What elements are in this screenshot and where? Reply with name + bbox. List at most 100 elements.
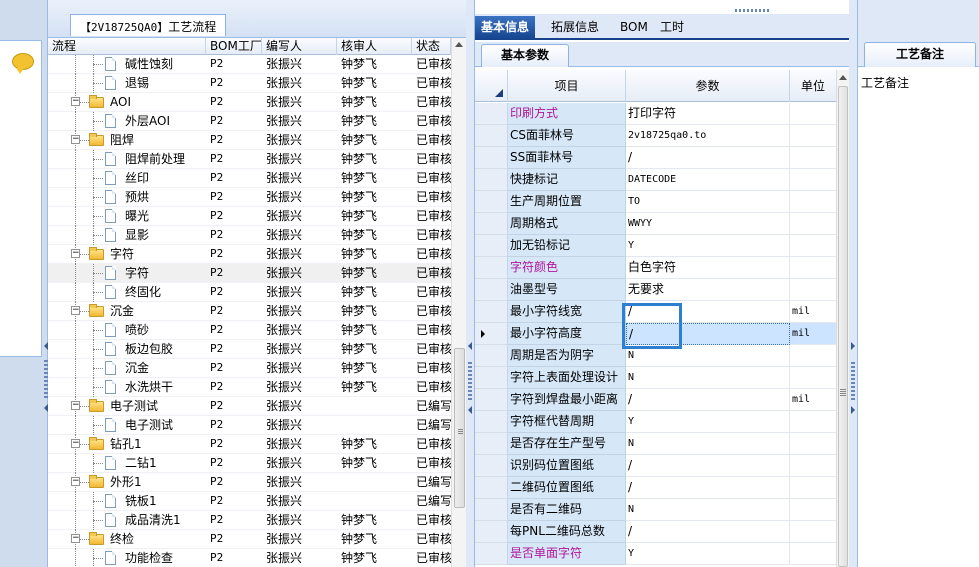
row-selector[interactable] (475, 125, 508, 147)
tree-node[interactable]: − 终检 (48, 530, 206, 549)
row-selector[interactable] (475, 191, 508, 213)
collapse-icon[interactable]: − (71, 401, 80, 410)
row-selector[interactable] (475, 257, 508, 279)
param-value-cell[interactable]: 2v18725qa0.to (626, 125, 790, 147)
table-row[interactable]: 水洗烘干 P2 张振兴 钟梦飞 已审核 (48, 378, 451, 397)
collapse-icon[interactable]: − (71, 306, 80, 315)
param-value-cell[interactable]: 打印字符 (626, 103, 790, 125)
param-value-cell[interactable]: Y (626, 543, 790, 565)
param-value-cell[interactable]: 白色字符 (626, 257, 790, 279)
table-row[interactable]: 板边包胶 P2 张振兴 钟梦飞 已审核 (48, 340, 451, 359)
table-row[interactable]: 功能检查 P2 张振兴 钟梦飞 已审核 (48, 549, 451, 567)
table-row[interactable]: 喷砂 P2 张振兴 钟梦飞 已审核 (48, 321, 451, 340)
row-selector[interactable] (475, 301, 508, 323)
row-selector[interactable] (475, 521, 508, 543)
param-value-cell[interactable]: / (626, 147, 790, 169)
table-row[interactable]: 电子测试 P2 张振兴 已编写 (48, 416, 451, 435)
column-header[interactable]: 编写人 (262, 38, 337, 55)
row-selector[interactable] (475, 345, 508, 367)
param-row[interactable]: 快捷标记 DATECODE (475, 169, 836, 191)
tree-node[interactable]: 字符 (48, 264, 206, 283)
tree-node[interactable]: 显影 (48, 226, 206, 245)
select-all-corner-icon[interactable] (495, 89, 503, 97)
tree-node[interactable]: 电子测试 (48, 416, 206, 435)
tree-node[interactable]: − 字符 (48, 245, 206, 264)
collapse-icon[interactable]: − (71, 97, 80, 106)
param-row[interactable]: 印刷方式 打印字符 (475, 103, 836, 125)
row-selector[interactable] (475, 169, 508, 191)
remarks-collapse-arrow-icon[interactable] (851, 406, 855, 414)
column-header-param[interactable]: 参数 (626, 70, 790, 102)
tree-node[interactable]: 丝印 (48, 169, 206, 188)
param-value-cell[interactable]: N (626, 367, 790, 389)
row-selector[interactable] (475, 477, 508, 499)
param-row[interactable]: 字符框代替周期 Y (475, 411, 836, 433)
tree-node[interactable]: − AOI (48, 93, 206, 112)
param-value-cell[interactable]: WWYY (626, 213, 790, 235)
tree-node[interactable]: 铣板1 (48, 492, 206, 511)
row-selector[interactable] (475, 543, 508, 565)
params-grid-scrollbar[interactable] (836, 70, 849, 567)
column-header-item[interactable]: 项目 (508, 70, 626, 102)
collapse-icon[interactable]: − (71, 439, 80, 448)
scroll-up-icon[interactable] (839, 75, 847, 80)
table-row[interactable]: 丝印 P2 张振兴 钟梦飞 已审核 (48, 169, 451, 188)
tree-node[interactable]: − 电子测试 (48, 397, 206, 416)
column-header[interactable]: 流程 (48, 38, 206, 55)
tree-node[interactable]: 终固化 (48, 283, 206, 302)
middle-collapse-arrow-icon[interactable] (468, 406, 472, 414)
column-header[interactable]: BOM工厂 (206, 38, 262, 55)
param-row[interactable]: 每PNL二维码总数 / (475, 521, 836, 543)
row-selector[interactable] (475, 103, 508, 125)
table-row[interactable]: − 电子测试 P2 张振兴 已编写 (48, 397, 451, 416)
process-grid-scrollbar[interactable] (451, 38, 466, 567)
param-row[interactable]: SS面菲林号 / (475, 147, 836, 169)
middle-collapse-arrow-icon[interactable] (468, 342, 472, 350)
param-value-cell[interactable]: Y (626, 411, 790, 433)
param-row[interactable]: 周期格式 WWYY (475, 213, 836, 235)
row-selector[interactable] (475, 279, 508, 301)
column-header[interactable]: 核审人 (337, 38, 412, 55)
table-row[interactable]: 碱性蚀刻 P2 张振兴 钟梦飞 已审核 (48, 55, 451, 74)
table-row[interactable]: 字符 P2 张振兴 钟梦飞 已审核 (48, 264, 451, 283)
param-row[interactable]: 加无铅标记 Y (475, 235, 836, 257)
row-selector[interactable] (475, 455, 508, 477)
param-row[interactable]: 是否存在生产型号 N (475, 433, 836, 455)
tree-node[interactable]: − 外形1 (48, 473, 206, 492)
info-tab[interactable]: BOM (614, 16, 654, 40)
info-tab[interactable]: 拓展信息 (545, 16, 605, 40)
table-row[interactable]: − 终检 P2 张振兴 钟梦飞 已审核 (48, 530, 451, 549)
param-row[interactable]: 油墨型号 无要求 (475, 279, 836, 301)
param-row[interactable]: 字符颜色 白色字符 (475, 257, 836, 279)
param-value-cell[interactable]: / (626, 389, 790, 411)
top-splitter-grip[interactable] (735, 9, 771, 12)
tree-node[interactable]: 功能检查 (48, 549, 206, 567)
collapse-icon[interactable]: − (71, 135, 80, 144)
tree-node[interactable]: 外层AOI (48, 112, 206, 131)
table-row[interactable]: − 钻孔1 P2 张振兴 钟梦飞 已审核 (48, 435, 451, 454)
row-selector[interactable] (475, 235, 508, 257)
tree-node[interactable]: 成品清洗1 (48, 511, 206, 530)
row-selector[interactable] (475, 213, 508, 235)
tree-node[interactable]: 沉金 (48, 359, 206, 378)
row-selector[interactable] (475, 367, 508, 389)
param-row[interactable]: 是否单面字符 Y (475, 543, 836, 565)
param-value-cell[interactable]: DATECODE (626, 169, 790, 191)
collapse-icon[interactable]: − (71, 249, 80, 258)
table-row[interactable]: − 沉金 P2 张振兴 钟梦飞 已审核 (48, 302, 451, 321)
param-value-cell[interactable]: Y (626, 235, 790, 257)
tree-node[interactable]: − 钻孔1 (48, 435, 206, 454)
remarks-splitter-grip[interactable] (851, 362, 855, 402)
column-header[interactable]: 状态 (412, 38, 451, 55)
param-row[interactable]: CS面菲林号 2v18725qa0.to (475, 125, 836, 147)
row-selector[interactable] (475, 147, 508, 169)
table-row[interactable]: 曝光 P2 张振兴 钟梦飞 已审核 (48, 207, 451, 226)
param-value-cell[interactable]: TO (626, 191, 790, 213)
row-selector[interactable] (475, 433, 508, 455)
tree-node[interactable]: 碱性蚀刻 (48, 55, 206, 74)
tree-node[interactable]: 水洗烘干 (48, 378, 206, 397)
tab-basic-params[interactable]: 基本参数 (481, 44, 569, 67)
middle-splitter[interactable] (466, 0, 475, 567)
row-selector[interactable] (475, 411, 508, 433)
table-row[interactable]: 二钻1 P2 张振兴 钟梦飞 已审核 (48, 454, 451, 473)
